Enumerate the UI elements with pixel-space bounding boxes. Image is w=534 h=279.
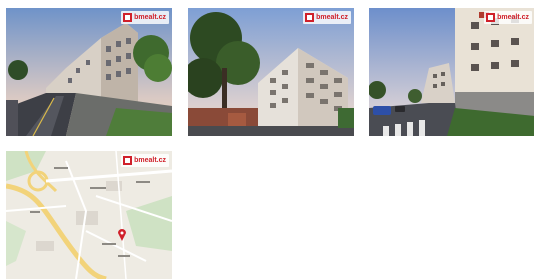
watermark-text: bmealt.cz <box>497 14 529 21</box>
gallery-thumbnail-1[interactable]: bmealt.cz <box>6 8 172 136</box>
watermark: bmealt.cz <box>484 11 532 24</box>
logo-icon <box>486 13 496 22</box>
street-photo-3 <box>369 8 534 136</box>
building-photo-2 <box>188 8 354 136</box>
location-map <box>6 151 172 279</box>
photo-gallery: bmealt.cz bmealt.cz bmealt.cz bmealt.cz <box>0 0 534 279</box>
gallery-thumbnail-3[interactable]: bmealt.cz <box>369 8 534 136</box>
watermark-text: bmealt.cz <box>134 157 166 164</box>
logo-icon <box>123 156 133 165</box>
watermark: bmealt.cz <box>303 11 351 24</box>
watermark: bmealt.cz <box>121 11 169 24</box>
gallery-thumbnail-2[interactable]: bmealt.cz <box>188 8 354 136</box>
watermark-text: bmealt.cz <box>316 14 348 21</box>
street-photo-1 <box>6 8 172 136</box>
watermark-text: bmealt.cz <box>134 14 166 21</box>
logo-icon <box>123 13 133 22</box>
gallery-thumbnail-map[interactable]: bmealt.cz <box>6 151 172 279</box>
logo-icon <box>305 13 315 22</box>
watermark: bmealt.cz <box>121 154 169 167</box>
